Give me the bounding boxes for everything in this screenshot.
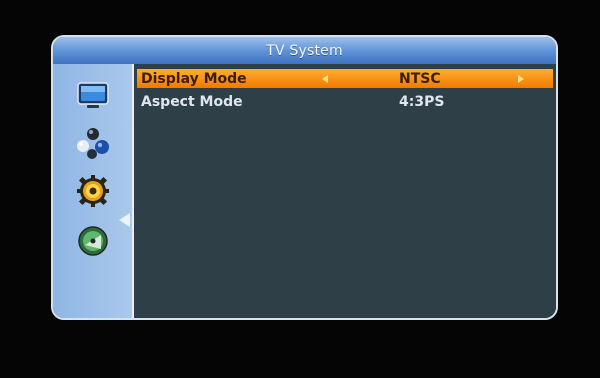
- setting-row-display-mode[interactable]: Display Mode NTSC: [137, 69, 553, 88]
- title-bar: TV System: [53, 37, 556, 64]
- channels-icon: [77, 128, 109, 159]
- arrow-right-icon[interactable]: [518, 75, 524, 83]
- setting-value: 4:3PS: [399, 93, 445, 110]
- setting-value: NTSC: [399, 70, 441, 87]
- arrow-left-icon[interactable]: [322, 75, 328, 83]
- sidebar-item-channels[interactable]: [75, 126, 111, 160]
- sidebar-item-system-settings[interactable]: [75, 174, 111, 208]
- setting-row-aspect-mode[interactable]: Aspect Mode 4:3PS: [137, 92, 553, 111]
- tv-icon: [77, 82, 109, 108]
- settings-gear-icon: [77, 175, 109, 207]
- setting-label: Display Mode: [141, 70, 247, 87]
- menu-sidebar: [53, 64, 134, 318]
- settings-panel: Display Mode NTSC Aspect Mode 4:3PS: [134, 64, 556, 318]
- setting-label: Aspect Mode: [141, 93, 243, 110]
- sidebar-item-tv[interactable]: [75, 79, 111, 113]
- window-title: TV System: [266, 42, 343, 59]
- osd-window: TV System Display Mode NTSC Aspect Mode …: [51, 35, 558, 320]
- sidebar-item-satellite[interactable]: [75, 224, 111, 258]
- satellite-dish-icon: [78, 226, 108, 256]
- active-menu-pointer-icon: [119, 213, 130, 227]
